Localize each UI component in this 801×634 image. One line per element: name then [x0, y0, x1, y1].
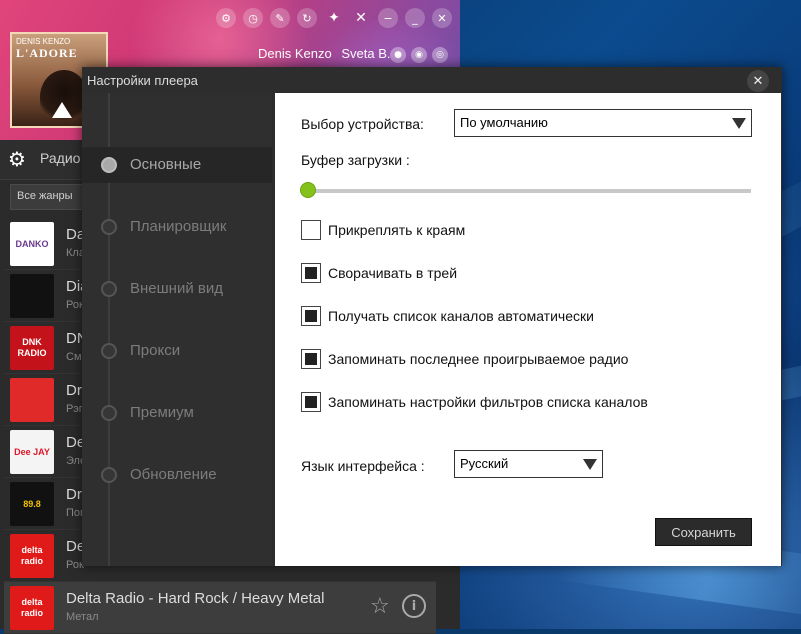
- nav-dot-icon: [101, 281, 117, 297]
- user-name[interactable]: Sveta B.: [341, 46, 390, 61]
- refresh-icon[interactable]: ↻: [297, 8, 317, 28]
- info-icon[interactable]: i: [402, 594, 426, 618]
- checkbox[interactable]: [301, 349, 321, 369]
- checkbox-label: Запоминать настройки фильтров списка кан…: [328, 394, 648, 410]
- nav-dot-icon: [101, 219, 117, 235]
- checkbox-mark: [305, 396, 317, 408]
- checkbox-label: Запоминать последнее проигрываемое радио: [328, 351, 629, 367]
- buffer-slider-thumb[interactable]: [300, 182, 316, 198]
- station-name: Delta Radio - Hard Rock / Heavy Metal: [66, 590, 325, 607]
- nav-item[interactable]: Обновление: [82, 457, 272, 493]
- station-name: Dr: [66, 486, 82, 503]
- album-song: L'ADORE: [16, 46, 78, 60]
- language-select-value: Русский: [460, 456, 509, 471]
- station-name: Dr: [66, 382, 82, 399]
- nav-item[interactable]: Премиум: [82, 395, 272, 431]
- settings-nav: Основные Планировщик Внешний вид Прокси Прем…: [82, 93, 272, 566]
- settings-dialog: Настройки плеера ✕ Основные Планировщик Вн…: [82, 67, 782, 566]
- nav-item[interactable]: Внешний вид: [82, 271, 272, 307]
- close-icon[interactable]: ✕: [432, 8, 452, 28]
- checkbox[interactable]: [301, 392, 321, 412]
- settings-icon[interactable]: ⚙: [216, 8, 236, 28]
- nav-dot-icon: [101, 467, 117, 483]
- checkbox[interactable]: [301, 220, 321, 240]
- checkbox[interactable]: [301, 306, 321, 326]
- device-select-value: По умолчанию: [460, 115, 548, 130]
- save-button[interactable]: Сохранить: [655, 518, 752, 546]
- device-label: Выбор устройства:: [301, 116, 424, 132]
- nav-item-label: Премиум: [130, 404, 194, 421]
- album-triangle: [52, 102, 72, 118]
- checkbox-label: Сворачивать в трей: [328, 265, 458, 281]
- station-logo: Dee JAY: [10, 430, 54, 474]
- checkbox-mark: [305, 310, 317, 322]
- checkbox-label: Прикреплять к краям: [328, 222, 466, 238]
- collapse-icon[interactable]: _: [405, 8, 425, 28]
- radio-tab[interactable]: Радио: [40, 150, 80, 166]
- pin-icon[interactable]: ✕: [351, 8, 371, 28]
- user-names: Denis Kenzo Sveta B.: [258, 46, 396, 61]
- buffer-label: Буфер загрузки :: [301, 152, 410, 168]
- chrome-icon[interactable]: ◉: [411, 47, 427, 63]
- checkbox[interactable]: [301, 263, 321, 283]
- wrench-icon[interactable]: ✦: [324, 8, 344, 28]
- favorite-star-icon[interactable]: ☆: [370, 594, 390, 619]
- station-genre: Метал: [66, 611, 99, 623]
- album-artist: DENIS KENZO: [16, 37, 71, 46]
- station-logo: [10, 378, 54, 422]
- station-row[interactable]: delta radio Delta Radio - Hard Rock / Hea…: [4, 582, 436, 634]
- nav-dot-icon: [101, 405, 117, 421]
- checkbox-mark: [305, 353, 317, 365]
- checkbox-label: Получать список каналов автоматически: [328, 308, 594, 324]
- web-icon[interactable]: ◎: [432, 47, 448, 63]
- dialog-close-button[interactable]: ✕: [747, 70, 769, 92]
- checkbox-mark: [305, 267, 317, 279]
- close-icon: ✕: [752, 73, 764, 89]
- nav-item-label: Внешний вид: [130, 280, 223, 297]
- station-logo: 89.8: [10, 482, 54, 526]
- nav-item-label: Прокси: [130, 342, 181, 359]
- chevron-down-icon: [583, 459, 597, 470]
- gear-icon[interactable]: ⚙: [6, 148, 28, 170]
- user-name[interactable]: Denis Kenzo: [258, 46, 332, 61]
- buffer-slider-track[interactable]: [305, 189, 751, 193]
- station-logo: DANKO: [10, 222, 54, 266]
- nav-item-label: Планировщик: [130, 218, 227, 235]
- nav-item-label: Обновление: [130, 466, 217, 483]
- nav-dot-icon: [101, 157, 117, 173]
- genre-filter-select[interactable]: Все жанры: [10, 184, 90, 210]
- nav-item[interactable]: Прокси: [82, 333, 272, 369]
- chevron-down-icon: [732, 118, 746, 129]
- nav-item[interactable]: Планировщик: [82, 209, 272, 245]
- dialog-title: Настройки плеера: [87, 73, 198, 88]
- nav-item-label: Основные: [130, 156, 202, 173]
- station-logo: DNK RADIO: [10, 326, 54, 370]
- station-logo: delta radio: [10, 586, 54, 630]
- social-icon[interactable]: ●: [390, 47, 406, 63]
- pencil-icon[interactable]: ✎: [270, 8, 290, 28]
- settings-content: Выбор устройства: По умолчанию Буфер заг…: [275, 93, 781, 566]
- station-logo: [10, 274, 54, 318]
- device-select[interactable]: По умолчанию: [454, 109, 752, 137]
- clock-icon[interactable]: ◷: [243, 8, 263, 28]
- station-logo: delta radio: [10, 534, 54, 578]
- language-label: Язык интерфейса :: [301, 458, 425, 474]
- nav-item[interactable]: Основные: [82, 147, 272, 183]
- language-select[interactable]: Русский: [454, 450, 603, 478]
- nav-dot-icon: [101, 343, 117, 359]
- minimize-icon[interactable]: −: [378, 8, 398, 28]
